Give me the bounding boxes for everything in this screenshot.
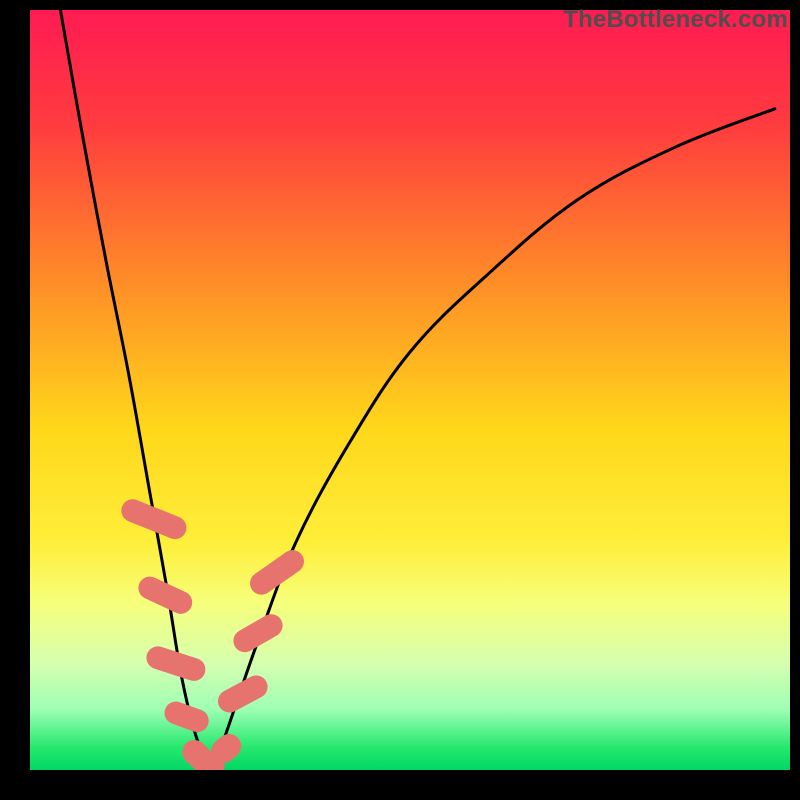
watermark-text: TheBottleneck.com — [563, 6, 788, 34]
gradient-background — [30, 10, 790, 770]
plot-area — [30, 10, 790, 770]
chart-svg — [30, 10, 790, 770]
chart-frame: TheBottleneck.com — [0, 0, 800, 800]
